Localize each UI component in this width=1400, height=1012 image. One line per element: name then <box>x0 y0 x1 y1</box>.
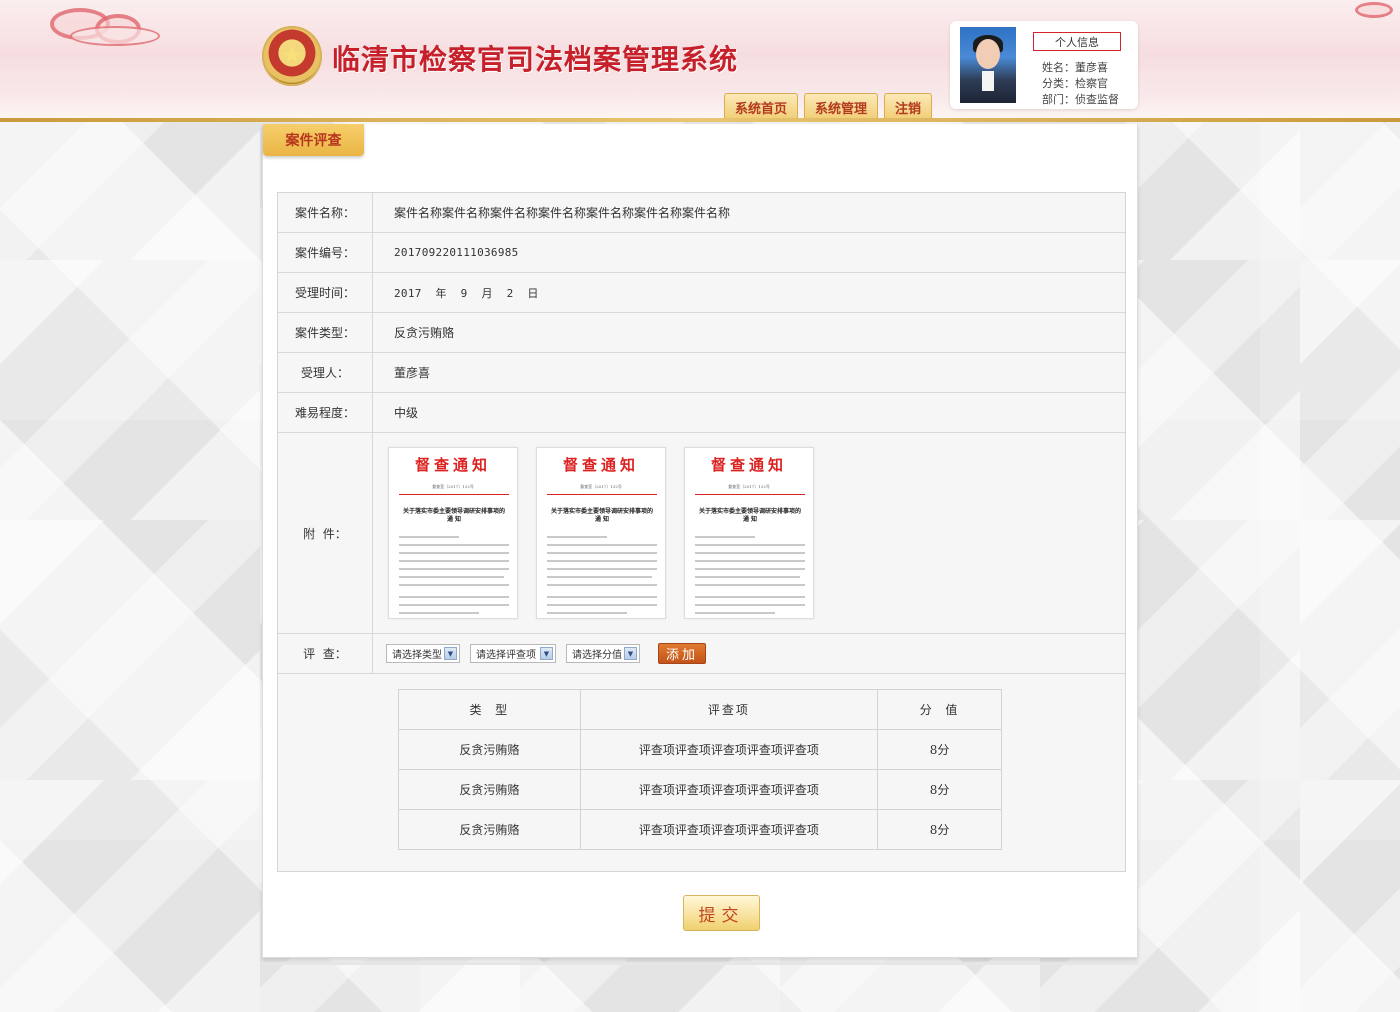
table-row: 反贪污贿赂 评查项评查项评查项评查项评查项 8分 <box>398 729 1002 770</box>
select-review-item-dropdown[interactable]: 请选择评查项 ▼ <box>470 644 556 663</box>
attachment-thumbnail[interactable]: 督查通知 督查室〔2017〕132号 关于落实市委主要领导调研安排事项的通 知 <box>536 447 666 619</box>
cell-type: 反贪污贿赂 <box>398 769 581 810</box>
row-acceptor: 受理人： 董彦喜 <box>278 353 1125 393</box>
attachment-label: 附 件： <box>278 433 373 633</box>
select-review-item-value: 请选择评查项 <box>476 650 536 661</box>
review-label: 评 查： <box>278 634 373 673</box>
row-case-type: 案件类型： 反贪污贿赂 <box>278 313 1125 353</box>
section-tab-case-review: 案件评查 <box>263 124 364 156</box>
chevron-down-icon: ▼ <box>444 647 457 660</box>
main-nav: 系统首页 系统管理 注销 <box>724 93 933 120</box>
cell-score: 8分 <box>877 769 1002 810</box>
accept-time-label: 受理时间： <box>278 273 373 312</box>
table-header-row: 类 型 评查项 分 值 <box>398 689 1002 730</box>
nav-logout-tab[interactable]: 注销 <box>884 93 933 120</box>
cell-review-item: 评查项评查项评查项评查项评查项 <box>579 729 879 770</box>
cell-review-item: 评查项评查项评查项评查项评查项 <box>579 769 879 810</box>
row-difficulty: 难易程度： 中级 <box>278 393 1125 433</box>
cell-type: 反贪污贿赂 <box>398 809 581 850</box>
cell-review-item: 评查项评查项评查项评查项评查项 <box>579 809 879 850</box>
review-table: 类 型 评查项 分 值 反贪污贿赂 评查项评查项评查项评查项评查项 8分 反贪污… <box>398 689 1002 850</box>
acceptor-value: 董彦喜 <box>394 366 431 380</box>
system-title: 临清市检察官司法档案管理系统 <box>332 43 739 76</box>
table-row: 反贪污贿赂 评查项评查项评查项评查项评查项 8分 <box>398 769 1002 810</box>
row-case-name: 案件名称： 案件名称案件名称案件名称案件名称案件名称案件名称案件名称 <box>278 193 1125 233</box>
nav-home-tab[interactable]: 系统首页 <box>724 93 799 120</box>
row-attachments: 附 件： 督查通知 督查室〔2017〕132号 关于落实市委主要领导调研安排事项… <box>278 433 1125 634</box>
attachment-doc-title: 督查通知 <box>710 456 787 474</box>
profile-card: 个人信息 姓名：董彦喜 分类：检察官 部门：侦查监督 <box>950 21 1138 109</box>
select-type-dropdown[interactable]: 请选择类型 ▼ <box>386 644 460 663</box>
page-header: ★ 临清市检察官司法档案管理系统 系统首页 系统管理 注销 个人信息 姓名：董彦… <box>0 0 1400 122</box>
attachment-doc-title: 督查通知 <box>562 456 639 474</box>
procuratorate-emblem-icon: ★ <box>262 26 322 86</box>
cell-score: 8分 <box>877 729 1002 770</box>
profile-category: 分类：检察官 <box>1042 77 1108 90</box>
submit-button[interactable]: 提交 <box>683 895 760 931</box>
case-number-label: 案件编号： <box>278 233 373 272</box>
column-header-type: 类 型 <box>398 689 581 730</box>
chevron-down-icon: ▼ <box>624 647 637 660</box>
acceptor-label: 受理人： <box>278 353 373 392</box>
attachment-thumbnail[interactable]: 督查通知 督查室〔2017〕132号 关于落实市委主要领导调研安排事项的通 知 <box>388 447 518 619</box>
case-number-value: 201709220111036985 <box>394 246 519 259</box>
attachment-doc-number: 督查室〔2017〕132号 <box>580 484 622 489</box>
cell-type: 反贪污贿赂 <box>398 729 581 770</box>
review-controls: 请选择类型 ▼ 请选择评查项 ▼ 请选择分值 ▼ 添加 <box>386 634 706 673</box>
row-review: 评 查： 请选择类型 ▼ 请选择评查项 ▼ 请选择分值 ▼ 添加 <box>278 634 1125 674</box>
attachment-doc-number: 督查室〔2017〕132号 <box>432 484 474 489</box>
case-review-form: 案件名称： 案件名称案件名称案件名称案件名称案件名称案件名称案件名称 案件编号：… <box>277 192 1126 872</box>
case-name-value: 案件名称案件名称案件名称案件名称案件名称案件名称案件名称 <box>394 206 731 220</box>
accept-time-value: 2017 年 9 月 2 日 <box>394 286 539 300</box>
personal-info-button[interactable]: 个人信息 <box>1033 32 1121 51</box>
select-score-value: 请选择分值 <box>572 650 622 661</box>
column-header-score: 分 值 <box>877 689 1002 730</box>
attachment-doc-heading: 关于落实市委主要领导调研安排事项的通 知 <box>550 508 653 523</box>
case-type-label: 案件类型： <box>278 313 373 352</box>
profile-department: 部门：侦查监督 <box>1042 93 1119 106</box>
attachment-doc-number: 督查室〔2017〕132号 <box>728 484 770 489</box>
cloud-decoration <box>70 26 160 46</box>
add-button[interactable]: 添加 <box>658 643 706 664</box>
attachment-list: 督查通知 督查室〔2017〕132号 关于落实市委主要领导调研安排事项的通 知 <box>388 447 814 619</box>
avatar <box>960 27 1016 103</box>
profile-name: 姓名：董彦喜 <box>1042 61 1108 74</box>
difficulty-label: 难易程度： <box>278 393 373 432</box>
attachment-doc-title: 督查通知 <box>414 456 491 474</box>
chevron-down-icon: ▼ <box>540 647 553 660</box>
cell-score: 8分 <box>877 809 1002 850</box>
panel-shadow-divider <box>262 962 1138 965</box>
main-panel: 案件评查 案件名称： 案件名称案件名称案件名称案件名称案件名称案件名称案件名称 … <box>262 124 1138 958</box>
attachment-doc-heading: 关于落实市委主要领导调研安排事项的通 知 <box>698 508 801 523</box>
case-name-label: 案件名称： <box>278 193 373 232</box>
nav-system-management-tab[interactable]: 系统管理 <box>804 93 879 120</box>
cloud-decoration <box>1355 2 1393 18</box>
attachment-doc-heading: 关于落实市委主要领导调研安排事项的通 知 <box>402 508 505 523</box>
row-case-number: 案件编号： 201709220111036985 <box>278 233 1125 273</box>
row-accept-time: 受理时间： 2017 年 9 月 2 日 <box>278 273 1125 313</box>
attachment-thumbnail[interactable]: 督查通知 督查室〔2017〕132号 关于落实市委主要领导调研安排事项的通 知 <box>684 447 814 619</box>
difficulty-value: 中级 <box>394 406 419 420</box>
column-header-review-item: 评查项 <box>579 689 879 730</box>
select-type-value: 请选择类型 <box>392 650 442 661</box>
case-type-value: 反贪污贿赂 <box>394 326 455 340</box>
select-score-dropdown[interactable]: 请选择分值 ▼ <box>566 644 640 663</box>
table-row: 反贪污贿赂 评查项评查项评查项评查项评查项 8分 <box>398 809 1002 850</box>
